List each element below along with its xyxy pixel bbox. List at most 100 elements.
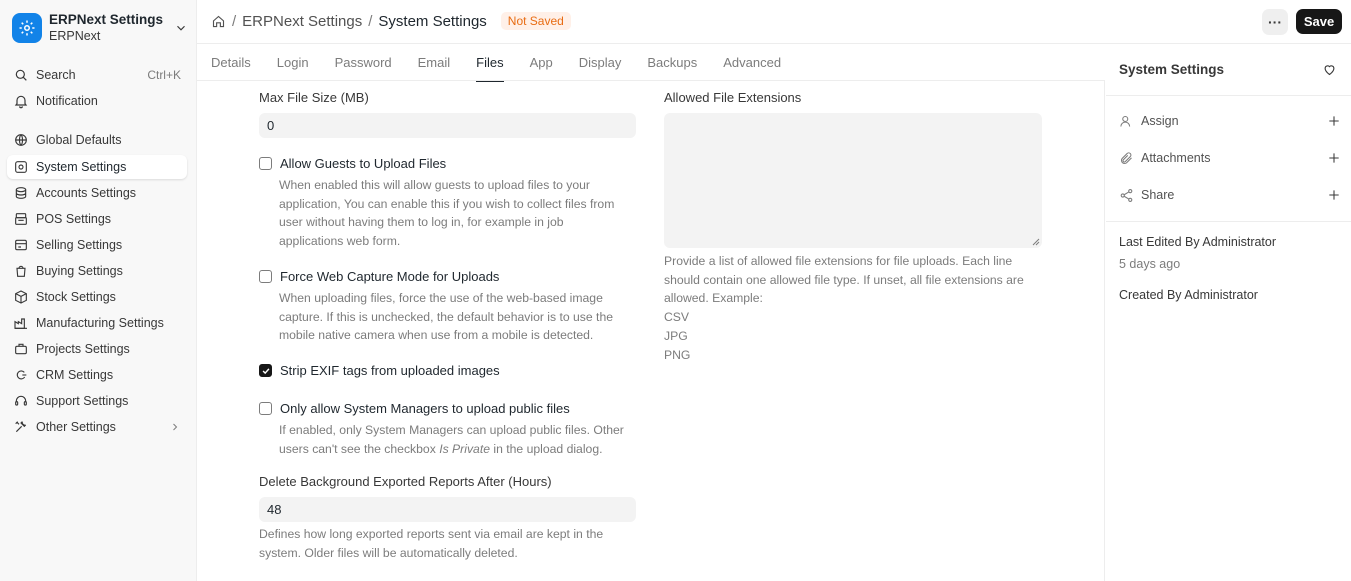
tab-display[interactable]: Display: [566, 44, 635, 81]
sidebar-item-system-settings[interactable]: System Settings: [7, 155, 187, 179]
sidebar-item-manufacturing-settings[interactable]: Manufacturing Settings: [7, 311, 187, 335]
breadcrumb-parent[interactable]: ERPNext Settings: [242, 13, 362, 30]
allowed-extensions-textarea[interactable]: [664, 113, 1042, 248]
sidebar-item-label: CRM Settings: [36, 368, 114, 382]
share-icon: [1120, 188, 1133, 202]
tab-email[interactable]: Email: [405, 44, 464, 81]
allowed-extensions-label: Allowed File Extensions: [664, 90, 802, 105]
sidebar-item-label: Accounts Settings: [36, 186, 137, 200]
created-by-text: Created By Administrator: [1119, 288, 1258, 302]
strip-exif-label: Strip EXIF tags from uploaded images: [280, 363, 500, 378]
globe-icon: [15, 134, 27, 146]
sidebar-search-label: Search: [36, 68, 76, 82]
sidebar-item-label: Other Settings: [36, 420, 116, 434]
heart-icon[interactable]: [1322, 62, 1337, 77]
only-managers-checkbox[interactable]: [259, 402, 272, 415]
allow-guests-checkbox[interactable]: [259, 157, 272, 170]
tab-app[interactable]: App: [517, 44, 566, 81]
plus-icon[interactable]: [1327, 151, 1341, 165]
factory-icon: [14, 318, 27, 329]
sidebar-item-global-defaults[interactable]: Global Defaults: [7, 128, 187, 152]
breadcrumb: / ERPNext Settings / System Settings Not…: [211, 12, 571, 30]
document-sidebar: System Settings Assign Attachments Share…: [1106, 44, 1351, 581]
sidebar-item-label: Support Settings: [36, 394, 129, 408]
app-switcher[interactable]: ERPNext Settings ERPNext: [12, 10, 188, 46]
allowed-extensions-description: Provide a list of allowed file extension…: [664, 254, 1024, 362]
sidebar-item-support-settings[interactable]: Support Settings: [7, 389, 187, 413]
max-file-size-input[interactable]: 0: [259, 113, 636, 138]
page-title: System Settings: [378, 12, 487, 30]
plus-icon[interactable]: [1327, 114, 1341, 128]
sidebar-item-stock-settings[interactable]: Stock Settings: [7, 285, 187, 309]
attachments-row[interactable]: Attachments: [1119, 148, 1341, 168]
buying-icon: [16, 265, 26, 277]
save-button[interactable]: Save: [1296, 9, 1342, 34]
sidebar: ERPNext Settings ERPNext Search Ctrl+K N…: [0, 0, 197, 581]
search-icon: [15, 69, 27, 81]
delete-reports-input[interactable]: 48: [259, 497, 636, 522]
sidebar-notification[interactable]: Notification: [7, 89, 187, 113]
tab-files[interactable]: Files: [463, 44, 516, 82]
max-file-size-label: Max File Size (MB): [259, 90, 369, 105]
pos-icon: [15, 213, 27, 225]
sidebar-item-label: Projects Settings: [36, 342, 130, 356]
plus-icon[interactable]: [1327, 188, 1341, 202]
assign-label: Assign: [1141, 114, 1179, 128]
strip-exif-row[interactable]: Strip EXIF tags from uploaded images: [259, 363, 500, 378]
sidebar-item-projects-settings[interactable]: Projects Settings: [7, 337, 187, 361]
share-row[interactable]: Share: [1119, 185, 1341, 205]
divider: [1106, 95, 1351, 96]
sidebar-search[interactable]: Search Ctrl+K: [7, 63, 187, 87]
home-icon[interactable]: [211, 14, 226, 29]
stock-icon: [15, 290, 27, 304]
headset-icon: [15, 395, 27, 406]
delete-reports-label: Delete Background Exported Reports After…: [259, 474, 552, 489]
crm-icon: [16, 370, 27, 380]
sidebar-item-crm-settings[interactable]: CRM Settings: [7, 363, 187, 387]
force-web-capture-description: When uploading files, force the use of t…: [279, 291, 614, 343]
form-body: Max File Size (MB) 0 Allow Guests to Upl…: [197, 81, 1105, 581]
assign-row[interactable]: Assign: [1119, 111, 1341, 131]
resize-handle-icon[interactable]: [1032, 238, 1040, 246]
selling-icon: [15, 239, 27, 251]
sidebar-item-label: Manufacturing Settings: [36, 316, 164, 330]
force-web-capture-checkbox[interactable]: [259, 270, 272, 283]
share-label: Share: [1141, 188, 1175, 202]
more-options-button[interactable]: ···: [1262, 9, 1288, 35]
accounts-icon: [15, 187, 27, 199]
sidebar-item-label: Stock Settings: [36, 290, 116, 304]
allow-guests-description: When enabled this will allow guests to u…: [279, 178, 615, 249]
sidebar-item-label: Global Defaults: [36, 133, 122, 147]
briefcase-icon: [15, 343, 27, 355]
sidebar-item-accounts-settings[interactable]: Accounts Settings: [7, 181, 187, 205]
erpnext-logo-icon: [12, 13, 42, 43]
tab-backups[interactable]: Backups: [634, 44, 710, 81]
sidebar-item-other-settings[interactable]: Other Settings: [7, 415, 187, 439]
breadcrumb-separator: /: [232, 12, 237, 30]
only-managers-description: If enabled, only System Managers can upl…: [279, 423, 624, 456]
doc-title: System Settings: [1119, 62, 1225, 77]
strip-exif-checkbox[interactable]: [259, 364, 272, 377]
sidebar-notification-label: Notification: [36, 94, 98, 108]
sidebar-item-label: Selling Settings: [36, 238, 123, 252]
tab-login[interactable]: Login: [264, 44, 322, 81]
settings-icon: [15, 161, 27, 173]
topbar: / ERPNext Settings / System Settings Not…: [197, 0, 1351, 44]
paperclip-icon: [1121, 151, 1132, 164]
allow-guests-row[interactable]: Allow Guests to Upload Files: [259, 156, 446, 171]
sidebar-item-buying-settings[interactable]: Buying Settings: [7, 259, 187, 283]
sidebar-item-pos-settings[interactable]: POS Settings: [7, 207, 187, 231]
force-web-capture-label: Force Web Capture Mode for Uploads: [280, 269, 500, 284]
only-managers-label: Only allow System Managers to upload pub…: [280, 401, 570, 416]
tab-bar: Details Login Password Email Files App D…: [197, 44, 1105, 82]
force-web-capture-row[interactable]: Force Web Capture Mode for Uploads: [259, 269, 499, 284]
chevron-right-icon: [173, 423, 178, 431]
tab-details[interactable]: Details: [197, 44, 264, 81]
sidebar-item-selling-settings[interactable]: Selling Settings: [7, 233, 187, 257]
allow-guests-label: Allow Guests to Upload Files: [280, 156, 447, 171]
chevron-down-icon: [177, 25, 185, 31]
delete-reports-description: Defines how long exported reports sent v…: [259, 527, 604, 560]
tab-advanced[interactable]: Advanced: [710, 44, 794, 81]
only-managers-row[interactable]: Only allow System Managers to upload pub…: [259, 401, 570, 416]
tab-password[interactable]: Password: [322, 44, 405, 81]
